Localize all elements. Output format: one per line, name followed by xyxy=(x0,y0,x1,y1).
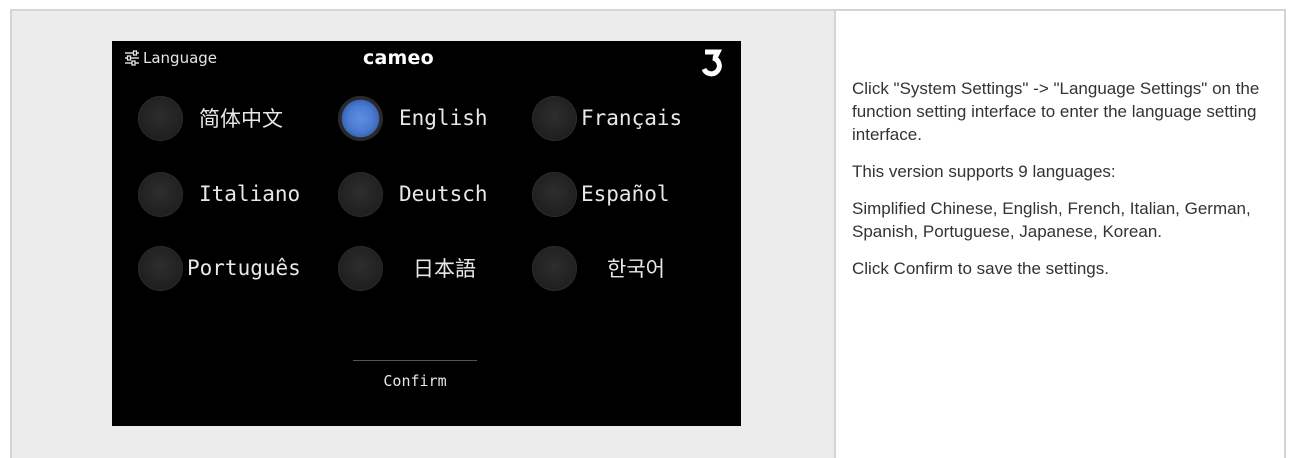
language-option[interactable]: 日本語 xyxy=(338,242,528,294)
language-option-selected[interactable]: English xyxy=(338,92,528,144)
language-label: Français xyxy=(581,106,683,130)
language-options: 简体中文 English Français Italiano Deutsch E… xyxy=(138,92,738,342)
language-label: English xyxy=(399,106,488,130)
language-option[interactable]: Español xyxy=(532,168,722,220)
screen-title: Language xyxy=(124,49,217,67)
language-label: Español xyxy=(581,182,670,206)
back-arrow-icon xyxy=(696,49,728,83)
language-label: 한국어 xyxy=(607,257,665,281)
radio-button[interactable] xyxy=(138,95,183,141)
language-option[interactable]: Français xyxy=(532,92,722,144)
language-option[interactable]: 简体中文 xyxy=(138,92,328,144)
description-paragraph: Simplified Chinese, English, French, Ita… xyxy=(852,199,1251,241)
confirm-divider xyxy=(353,360,477,361)
sliders-icon xyxy=(124,50,140,66)
radio-button[interactable] xyxy=(138,171,183,217)
radio-button[interactable] xyxy=(138,245,183,291)
device-screen: Language cameo 简体中文 English Français Ita… xyxy=(112,41,741,426)
instruction-table: Language cameo 简体中文 English Français Ita… xyxy=(10,9,1286,458)
language-option[interactable]: 한국어 xyxy=(532,242,722,294)
language-label: 日本語 xyxy=(413,257,476,281)
screenshot-cell: Language cameo 简体中文 English Français Ita… xyxy=(12,11,836,458)
brand-logo: cameo xyxy=(363,47,434,69)
language-label: 简体中文 xyxy=(199,107,283,131)
description-paragraph: Click Confirm to save the settings. xyxy=(852,259,1109,278)
description-text: Click "System Settings" -> "Language Set… xyxy=(852,77,1277,294)
confirm-button[interactable]: Confirm xyxy=(353,367,477,395)
language-label: Português xyxy=(187,256,301,280)
description-paragraph: Click "System Settings" -> "Language Set… xyxy=(852,79,1260,144)
radio-button-selected[interactable] xyxy=(338,95,383,141)
language-option[interactable]: Português xyxy=(138,242,328,294)
language-option[interactable]: Italiano xyxy=(138,168,328,220)
radio-button[interactable] xyxy=(532,171,577,217)
language-option[interactable]: Deutsch xyxy=(338,168,528,220)
description-cell: Click "System Settings" -> "Language Set… xyxy=(836,11,1284,458)
language-label: Italiano xyxy=(199,182,301,206)
radio-button[interactable] xyxy=(532,95,577,141)
language-label: Deutsch xyxy=(399,182,488,206)
screen-title-label: Language xyxy=(143,49,218,67)
radio-button[interactable] xyxy=(338,245,383,291)
back-button[interactable] xyxy=(696,47,728,79)
description-paragraph: This version supports 9 languages: xyxy=(852,162,1116,181)
radio-button[interactable] xyxy=(338,171,383,217)
radio-button[interactable] xyxy=(532,245,577,291)
